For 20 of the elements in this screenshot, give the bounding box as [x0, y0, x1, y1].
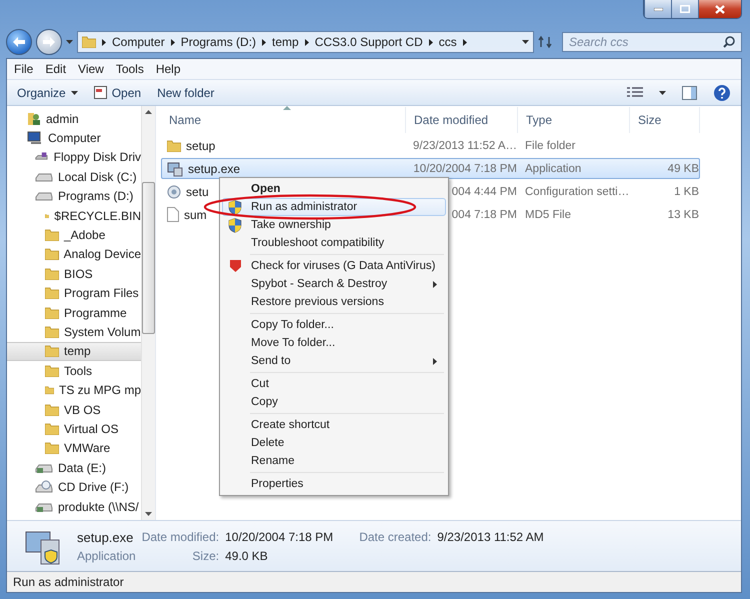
type-cell-text: MD5 File — [524, 208, 572, 220]
detail-label: Date created: — [359, 530, 432, 544]
size-cell-text: 49 KB — [666, 162, 700, 174]
detail-label: Size: — [191, 548, 220, 562]
date-cell-text: 004 4:44 PM — [450, 186, 518, 198]
type-cell-text: File folder — [524, 140, 576, 152]
date-cell-text: 10/20/2004 7:18 PM — [412, 162, 518, 174]
type-cell-text: Application — [524, 162, 582, 174]
file-type: Application — [77, 548, 136, 562]
file-name: setup.exe — [77, 530, 134, 544]
status-text: Run as administrator — [7, 571, 741, 592]
size-cell-text: 13 KB — [666, 208, 700, 220]
type-cell-text: Configuration setti… — [524, 186, 630, 198]
detail-label: Date modified: — [142, 530, 220, 544]
detail-value: 9/23/2013 11:52 AM — [437, 530, 544, 544]
detail-value: 10/20/2004 7:18 PM — [225, 530, 334, 544]
detail-value: 49.0 KB — [225, 548, 269, 562]
date-cell-text: 004 7:18 PM — [450, 208, 518, 220]
date-cell-text: 9/23/2013 11:52 A… — [412, 140, 518, 152]
size-cell-text: 1 KB — [673, 186, 700, 198]
